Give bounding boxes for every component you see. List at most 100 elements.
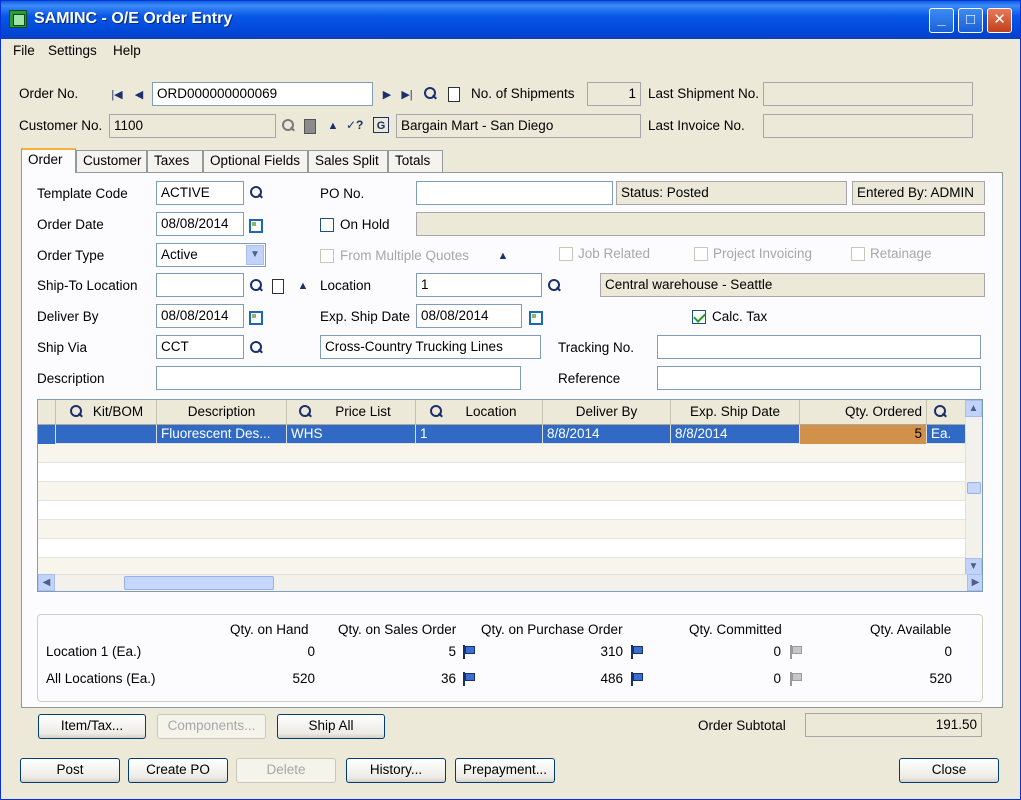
template-code-field[interactable]: ACTIVE [156, 181, 244, 205]
horizontal-scroll-thumb[interactable] [124, 576, 274, 590]
location-finder-icon[interactable] [546, 278, 562, 294]
deliver-by-field[interactable]: 08/08/2014 [156, 304, 244, 328]
ship-via-field[interactable]: CCT [156, 335, 244, 359]
sales-order-drilldown-icon[interactable] [462, 645, 475, 659]
maximize-button[interactable]: □ [958, 8, 983, 33]
close-button[interactable]: Close [899, 758, 999, 783]
order-detail-grid[interactable]: Kit/BOM Description Price List Location … [37, 399, 983, 592]
zoom-up-icon[interactable]: ▲ [325, 118, 341, 134]
on-hold-checkbox[interactable] [320, 218, 334, 232]
order-date-field[interactable]: 08/08/2014 [156, 212, 244, 236]
ship-all-button[interactable]: Ship All [277, 714, 385, 739]
tab-customer[interactable]: Customer [76, 150, 147, 172]
ship-via-finder-icon[interactable] [248, 340, 264, 356]
create-po-button[interactable]: Create PO [128, 758, 228, 783]
item-tax-button[interactable]: Item/Tax... [38, 714, 146, 739]
col-description[interactable]: Description [157, 400, 287, 425]
menu-settings[interactable]: Settings [48, 43, 97, 58]
location-field[interactable]: 1 [416, 273, 542, 297]
uom-finder-icon[interactable] [932, 404, 948, 420]
scroll-right-icon[interactable]: ▶ [967, 574, 982, 591]
location-qty-available: 0 [944, 644, 952, 659]
history-button[interactable]: History... [346, 758, 446, 783]
new-order-icon[interactable] [445, 86, 461, 102]
table-row[interactable] [38, 501, 967, 520]
close-window-button[interactable]: ✕ [987, 8, 1012, 33]
cell-description[interactable]: Fluorescent Des... [157, 425, 287, 444]
cell-kit[interactable] [56, 425, 157, 444]
chevron-down-icon[interactable]: ▼ [246, 245, 264, 265]
order-no-field[interactable]: ORD000000000069 [152, 82, 373, 106]
shipments-label: No. of Shipments [471, 86, 575, 101]
purchase-order-drilldown-icon[interactable] [630, 645, 643, 659]
tab-totals[interactable]: Totals [388, 150, 443, 172]
col-qty-ordered[interactable]: Qty. Ordered [800, 400, 927, 425]
scroll-down-icon[interactable]: ▼ [965, 558, 982, 575]
quotes-zoom-icon[interactable]: ▲ [495, 248, 511, 264]
ship-via-description-field[interactable]: Cross-Country Trucking Lines [320, 335, 541, 359]
table-row[interactable] [38, 463, 967, 482]
next-record-icon[interactable]: ▶ [379, 87, 395, 103]
order-finder-icon[interactable] [422, 86, 438, 102]
grid-vertical-scrollbar[interactable]: ▲ ▼ [965, 400, 982, 575]
description-field[interactable] [156, 366, 521, 390]
customer-name-field: Bargain Mart - San Diego [396, 114, 641, 138]
vertical-scroll-thumb[interactable] [967, 482, 981, 494]
cell-location[interactable]: 1 [416, 425, 543, 444]
cell-deliver-by[interactable]: 8/8/2014 [543, 425, 671, 444]
tab-order[interactable]: Order [21, 148, 76, 173]
check-credit-icon[interactable]: ✓? [346, 117, 363, 133]
price-list-finder-icon[interactable] [297, 404, 313, 420]
tracking-no-field[interactable] [657, 335, 981, 359]
all-sales-order-drilldown-icon[interactable] [462, 672, 475, 686]
tab-optional-fields[interactable]: Optional Fields [203, 150, 308, 172]
ship-to-new-icon[interactable] [269, 278, 285, 294]
title-bar[interactable]: SAMINC - O/E Order Entry _ □ ✕ [1, 1, 1020, 39]
reference-field[interactable] [657, 366, 981, 390]
kit-finder-icon[interactable] [68, 404, 84, 420]
table-row[interactable] [38, 444, 967, 463]
order-date-calendar-icon[interactable] [247, 217, 263, 233]
table-row[interactable]: Fluorescent Des... WHS 1 8/8/2014 8/8/20… [38, 425, 967, 444]
po-no-field[interactable] [416, 181, 613, 205]
minimize-button[interactable]: _ [929, 8, 954, 33]
exp-ship-calendar-icon[interactable] [527, 309, 543, 325]
menu-help[interactable]: Help [113, 43, 141, 58]
cell-exp-ship[interactable]: 8/8/2014 [671, 425, 800, 444]
col-location[interactable]: Location [416, 400, 543, 425]
col-price-list[interactable]: Price List [287, 400, 416, 425]
deliver-by-calendar-icon[interactable] [247, 309, 263, 325]
col-kit-bom[interactable]: Kit/BOM [56, 400, 157, 425]
last-record-icon[interactable]: ▶| [399, 87, 415, 103]
grid-horizontal-scrollbar[interactable]: ◀ ▶ [38, 574, 982, 591]
row-selector[interactable] [38, 425, 56, 444]
all-purchase-order-drilldown-icon[interactable] [630, 672, 643, 686]
order-type-select[interactable]: Active ▼ [156, 243, 266, 267]
cell-qty-ordered[interactable]: 5 [800, 425, 927, 444]
cell-price-list[interactable]: WHS [287, 425, 416, 444]
table-row[interactable] [38, 539, 967, 558]
post-button[interactable]: Post [20, 758, 120, 783]
calc-tax-checkbox[interactable] [692, 310, 706, 324]
ship-to-zoom-icon[interactable]: ▲ [295, 278, 311, 294]
scroll-up-icon[interactable]: ▲ [965, 400, 982, 417]
prepayment-button[interactable]: Prepayment... [455, 758, 555, 783]
template-finder-icon[interactable] [248, 185, 264, 201]
table-row[interactable] [38, 482, 967, 501]
menu-file[interactable]: File [13, 43, 35, 58]
previous-record-icon[interactable]: ◀ [131, 87, 147, 103]
cell-uom[interactable]: Ea. [927, 425, 967, 444]
col-deliver-by[interactable]: Deliver By [543, 400, 671, 425]
tab-sales-split[interactable]: Sales Split [308, 150, 388, 172]
ship-to-finder-icon[interactable] [248, 278, 264, 294]
location-col-finder-icon[interactable] [428, 404, 444, 420]
customer-document-icon[interactable]: G [373, 117, 389, 133]
ship-to-field[interactable] [156, 273, 244, 297]
tab-taxes[interactable]: Taxes [147, 150, 203, 172]
exp-ship-date-field[interactable]: 08/08/2014 [416, 304, 522, 328]
col-uom[interactable] [927, 400, 967, 425]
table-row[interactable] [38, 520, 967, 539]
scroll-left-icon[interactable]: ◀ [38, 574, 55, 591]
first-record-icon[interactable]: |◀ [109, 87, 125, 103]
col-exp-ship-date[interactable]: Exp. Ship Date [671, 400, 800, 425]
